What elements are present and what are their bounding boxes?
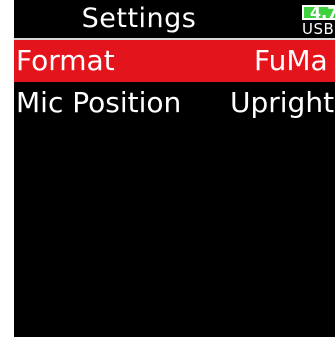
device-screen: Settings 4.7 USB Format FuMa Mic Positio… (14, 0, 335, 337)
menu-item-format[interactable]: Format FuMa (14, 40, 335, 82)
battery-icon: 4.7 (302, 4, 335, 22)
settings-menu: Format FuMa Mic Position Upright (14, 40, 335, 124)
page-title: Settings (81, 3, 197, 34)
menu-item-label: Format (16, 44, 115, 77)
menu-item-value: FuMa (254, 44, 328, 77)
menu-item-value: Upright (230, 86, 335, 119)
menu-item-mic-position[interactable]: Mic Position Upright (14, 82, 335, 124)
power-source-label: USB (302, 20, 335, 38)
menu-item-label: Mic Position (16, 86, 182, 119)
header-bar: Settings 4.7 USB (14, 0, 335, 38)
